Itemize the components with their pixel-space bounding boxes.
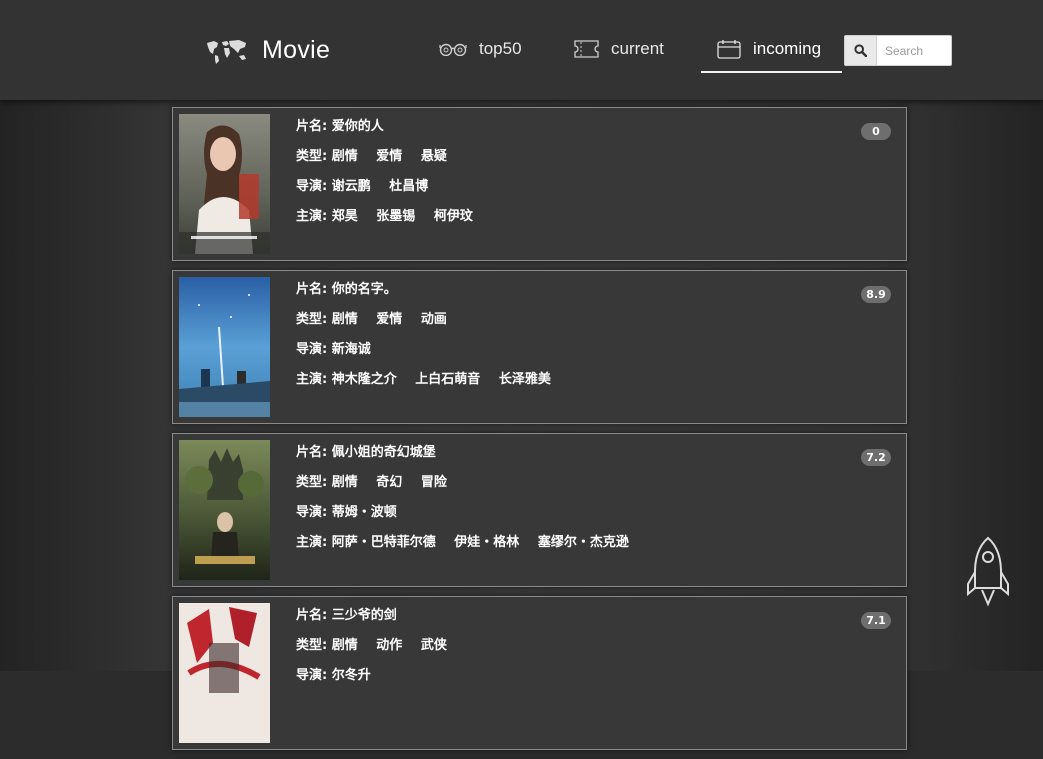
- movie-cast-label: 主演:: [296, 535, 328, 550]
- movie-director-label: 导演:: [296, 342, 328, 357]
- movie-director: 新海诚: [331, 342, 371, 357]
- movie-director-row: 导演: 新海诚: [296, 341, 565, 371]
- movie-genre: 动画: [420, 312, 447, 327]
- movie-name-label: 片名:: [296, 445, 328, 460]
- movie-director: 蒂姆・波顿: [331, 505, 397, 520]
- movie-info: 片名: 佩小姐的奇幻城堡 类型: 剧情 奇幻 冒险 导演: 蒂姆・波顿 主演: …: [296, 444, 643, 564]
- movie-name[interactable]: 三少爷的剑: [332, 608, 397, 623]
- nav-current[interactable]: current: [574, 36, 664, 62]
- movie-poster[interactable]: [179, 603, 270, 743]
- movie-name[interactable]: 佩小姐的奇幻城堡: [332, 445, 436, 460]
- movie-cast-row: 主演: 郑昊 张墨锡 柯伊玟: [296, 208, 487, 238]
- movie-info: 片名: 爱你的人 类型: 剧情 爱情 悬疑 导演: 谢云鹏 杜昌博 主演: 郑昊…: [296, 118, 487, 238]
- movie-cast-member: 神木隆之介: [331, 372, 397, 387]
- movie-cast-member: 上白石萌音: [415, 372, 481, 387]
- glasses-icon: [439, 43, 467, 56]
- movie-director-row: 导演: 尔冬升: [296, 667, 461, 697]
- movie-director-row: 导演: 蒂姆・波顿: [296, 504, 643, 534]
- movie-cast-member: 柯伊玟: [433, 209, 473, 224]
- movie-poster[interactable]: [179, 114, 270, 254]
- movie-card[interactable]: 片名: 你的名字。 类型: 剧情 爱情 动画 导演: 新海诚 主演: 神木隆之介…: [172, 270, 907, 424]
- movie-name-row: 片名: 三少爷的剑: [296, 607, 461, 637]
- movie-name[interactable]: 爱你的人: [332, 119, 384, 134]
- movie-genre: 武侠: [420, 638, 447, 653]
- movie-cast-member: 塞缪尔・杰克逊: [537, 535, 629, 550]
- rating-badge: 0: [861, 123, 891, 140]
- search-button[interactable]: [845, 36, 877, 65]
- movie-name-row: 片名: 佩小姐的奇幻城堡: [296, 444, 643, 474]
- movie-genre: 动作: [376, 638, 403, 653]
- active-tab-indicator: [701, 71, 842, 73]
- movie-cast-member: 郑昊: [331, 209, 358, 224]
- ticket-icon: [574, 40, 599, 58]
- movie-cast-label: 主演:: [296, 209, 328, 224]
- movie-name-label: 片名:: [296, 282, 328, 297]
- movie-genre: 悬疑: [420, 149, 447, 164]
- movie-director-label: 导演:: [296, 505, 328, 520]
- movie-genre: 爱情: [376, 312, 403, 327]
- search-box: [844, 35, 952, 66]
- movie-card[interactable]: 片名: 三少爷的剑 类型: 剧情 动作 武侠 导演: 尔冬升 7.1: [172, 596, 907, 750]
- movie-genre-row: 类型: 剧情 动作 武侠: [296, 637, 461, 667]
- movie-director: 杜昌博: [389, 179, 429, 194]
- top-navbar: Movie top50 current incoming: [0, 0, 1043, 100]
- movie-genre-row: 类型: 剧情 爱情 悬疑: [296, 148, 487, 178]
- movie-cast-member: 阿萨・巴特菲尔德: [331, 535, 436, 550]
- nav-incoming-label: incoming: [753, 39, 822, 58]
- movie-name[interactable]: 你的名字。: [332, 282, 397, 297]
- movie-genre-row: 类型: 剧情 爱情 动画: [296, 311, 565, 341]
- movie-genre: 爱情: [376, 149, 403, 164]
- movie-info: 片名: 你的名字。 类型: 剧情 爱情 动画 导演: 新海诚 主演: 神木隆之介…: [296, 281, 565, 401]
- movie-cast-member: 张墨锡: [376, 209, 416, 224]
- brand-title: Movie: [262, 36, 331, 64]
- movie-cast-row: 主演: 神木隆之介 上白石萌音 长泽雅美: [296, 371, 565, 401]
- movie-genre-row: 类型: 剧情 奇幻 冒险: [296, 474, 643, 504]
- movie-info: 片名: 三少爷的剑 类型: 剧情 动作 武侠 导演: 尔冬升: [296, 607, 461, 697]
- movie-genre: 奇幻: [376, 475, 403, 490]
- brand[interactable]: Movie: [205, 36, 330, 65]
- movie-name-label: 片名:: [296, 119, 328, 134]
- movie-card[interactable]: 片名: 佩小姐的奇幻城堡 类型: 剧情 奇幻 冒险 导演: 蒂姆・波顿 主演: …: [172, 433, 907, 587]
- movie-cast-row: 主演: 阿萨・巴特菲尔德 伊娃・格林 塞缪尔・杰克逊: [296, 534, 643, 564]
- calendar-icon: [717, 40, 741, 59]
- search-input[interactable]: [885, 36, 951, 65]
- rating-badge: 8.9: [861, 286, 891, 303]
- movie-cast-member: 长泽雅美: [498, 372, 551, 387]
- rocket-icon[interactable]: [966, 536, 1010, 610]
- movie-genre: 冒险: [420, 475, 447, 490]
- movie-genre-label: 类型:: [296, 638, 328, 653]
- nav-current-label: current: [611, 39, 664, 58]
- movie-cast-member: 伊娃・格林: [454, 535, 520, 550]
- movie-director: 谢云鹏: [331, 179, 371, 194]
- nav-top50-label: top50: [479, 39, 522, 58]
- movie-director-label: 导演:: [296, 179, 328, 194]
- search-icon: [854, 44, 867, 57]
- movie-poster[interactable]: [179, 277, 270, 417]
- movie-name-label: 片名:: [296, 608, 328, 623]
- movie-poster[interactable]: [179, 440, 270, 580]
- world-map-icon: [207, 39, 246, 64]
- nav-incoming[interactable]: incoming: [717, 36, 821, 62]
- movie-cast-label: 主演:: [296, 372, 328, 387]
- movie-genre-label: 类型:: [296, 312, 328, 327]
- movie-genre-label: 类型:: [296, 149, 328, 164]
- movie-genre: 剧情: [331, 638, 358, 653]
- movie-genre: 剧情: [331, 475, 358, 490]
- movie-genre: 剧情: [331, 312, 358, 327]
- movie-list: 片名: 爱你的人 类型: 剧情 爱情 悬疑 导演: 谢云鹏 杜昌博 主演: 郑昊…: [172, 107, 907, 759]
- movie-director-label: 导演:: [296, 668, 328, 683]
- movie-genre: 剧情: [331, 149, 358, 164]
- movie-director-row: 导演: 谢云鹏 杜昌博: [296, 178, 487, 208]
- movie-director: 尔冬升: [331, 668, 371, 683]
- movie-name-row: 片名: 爱你的人: [296, 118, 487, 148]
- rating-badge: 7.2: [861, 449, 891, 466]
- movie-genre-label: 类型:: [296, 475, 328, 490]
- movie-card[interactable]: 片名: 爱你的人 类型: 剧情 爱情 悬疑 导演: 谢云鹏 杜昌博 主演: 郑昊…: [172, 107, 907, 261]
- nav-top50[interactable]: top50: [439, 36, 522, 62]
- rating-badge: 7.1: [861, 612, 891, 629]
- movie-name-row: 片名: 你的名字。: [296, 281, 565, 311]
